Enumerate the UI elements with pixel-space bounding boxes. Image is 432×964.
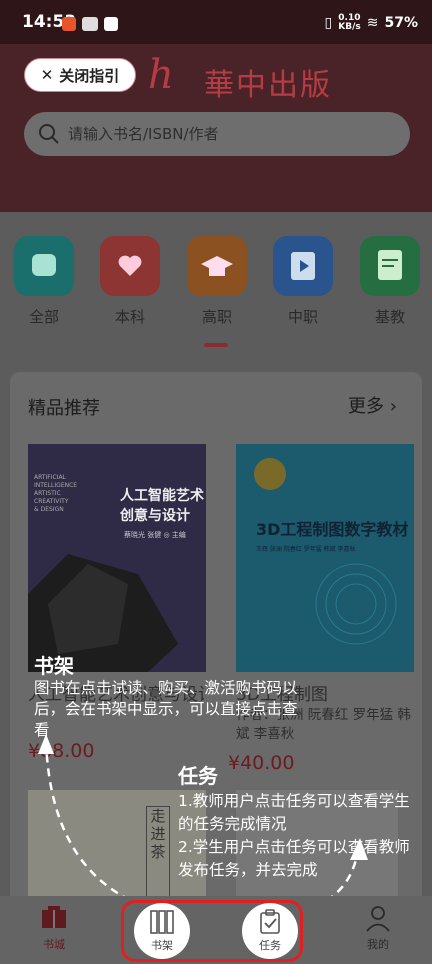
category-vocational-college[interactable]: 高职 bbox=[186, 236, 248, 327]
tab-label: 我的 bbox=[367, 938, 389, 951]
search-icon bbox=[39, 124, 59, 144]
page-indicator bbox=[204, 343, 228, 347]
close-icon: ✕ bbox=[40, 66, 54, 84]
cover-title: 人工智能艺术 创意与设计 bbox=[120, 488, 204, 524]
book-cover-ai-art[interactable]: 人工智能艺术 创意与设计 ARTIFICIAL INTELLIGENCE ART… bbox=[28, 444, 206, 672]
network-speed: 0.10 KB/s bbox=[338, 13, 361, 32]
close-guide-button[interactable]: ✕ 关闭指引 bbox=[24, 58, 136, 92]
tab-label: 书城 bbox=[43, 938, 65, 951]
guide-arrows bbox=[38, 734, 368, 912]
cover-authors: 蔡晓光 张健 ◎ 主编 bbox=[124, 531, 186, 539]
category-basic-education[interactable]: 基教 bbox=[359, 236, 421, 327]
all-icon bbox=[14, 236, 74, 296]
book-cover-3d-drawing[interactable]: 3D工程制图数字教材 王辉 张洲 阮春红 罗年猛 韩斌 李喜秋 bbox=[236, 444, 414, 672]
guide-highlight-frame bbox=[121, 900, 303, 962]
document-icon bbox=[360, 236, 420, 296]
more-link[interactable]: 更多 › bbox=[348, 392, 397, 418]
category-label: 高职 bbox=[201, 308, 232, 326]
heart-book-icon bbox=[100, 236, 160, 296]
category-secondary-vocational[interactable]: 中职 bbox=[272, 236, 334, 327]
cover-title: 3D工程制图数字教材 bbox=[256, 520, 409, 539]
category-label: 基教 bbox=[374, 308, 405, 326]
cover-authors: 王辉 张洲 阮春红 罗年猛 韩斌 李喜秋 bbox=[256, 546, 356, 553]
cover-subtitle-en: ARTIFICIAL INTELLIGENCE ARTISTIC CREATIV… bbox=[34, 474, 78, 513]
guide-shelf-title: 书架 bbox=[34, 654, 74, 678]
status-right: ▯ 0.10 KB/s ≋ 57% bbox=[325, 14, 418, 32]
graduation-cap-icon bbox=[187, 236, 247, 296]
logo-text: 華中出版 bbox=[204, 68, 332, 103]
close-guide-label: 关闭指引 bbox=[59, 66, 120, 85]
tab-mine[interactable]: 我的 bbox=[348, 904, 408, 952]
featured-title: 精品推荐 bbox=[28, 398, 100, 419]
wifi-icon: ≋ bbox=[366, 15, 379, 31]
category-label: 本科 bbox=[114, 308, 145, 326]
logo-mark: h bbox=[148, 52, 174, 98]
battery-level: 57% bbox=[384, 15, 418, 31]
notification-icons bbox=[62, 16, 122, 36]
category-undergrad[interactable]: 本科 bbox=[99, 236, 161, 327]
profile-icon bbox=[364, 904, 392, 932]
category-label: 全部 bbox=[28, 308, 59, 326]
chevron-right-icon: › bbox=[389, 396, 397, 417]
category-all[interactable]: 全部 bbox=[13, 236, 75, 327]
category-label: 中职 bbox=[287, 308, 318, 326]
more-label: 更多 bbox=[348, 396, 384, 417]
search-bar[interactable] bbox=[24, 112, 410, 156]
status-bar: 14:53 ▯ 0.10 KB/s ≋ 57% bbox=[0, 0, 432, 44]
bookstore-icon bbox=[40, 904, 68, 932]
play-icon bbox=[273, 236, 333, 296]
vibrate-icon: ▯ bbox=[324, 15, 333, 31]
tab-home[interactable]: 书城 bbox=[24, 904, 84, 952]
search-input[interactable] bbox=[66, 124, 390, 144]
